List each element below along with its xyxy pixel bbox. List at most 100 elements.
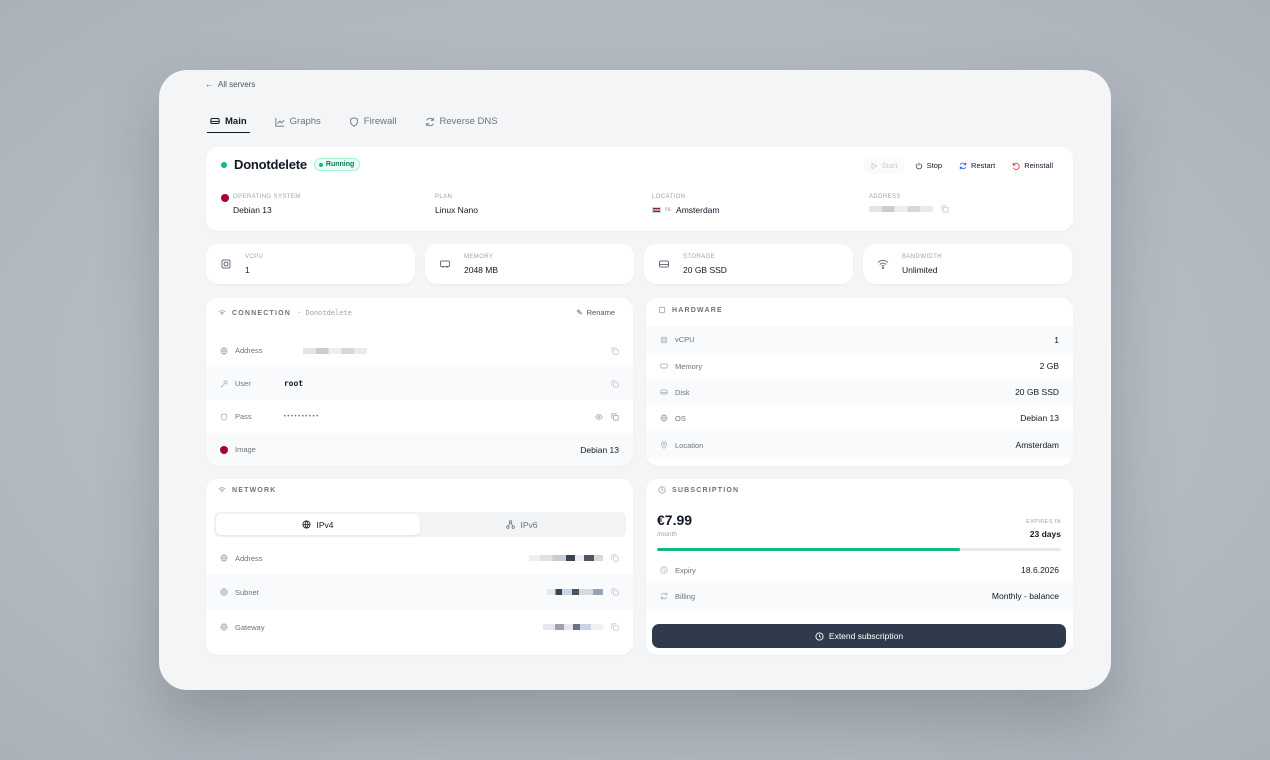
- copy-icon[interactable]: [611, 588, 619, 596]
- location-label: LOCATION: [652, 194, 686, 200]
- copy-icon[interactable]: [611, 412, 619, 421]
- row-value: 2 GB: [1039, 361, 1059, 371]
- eye-icon[interactable]: [595, 413, 603, 421]
- expires-label: EXPIRES IN: [1026, 519, 1061, 525]
- hardware-panel: HARDWARE vCPU 1 Memory 2 GB Disk 20 GB S…: [646, 298, 1073, 466]
- tab-firewall[interactable]: Firewall: [346, 110, 400, 133]
- stat-label: BANDWIDTH: [902, 254, 942, 260]
- rename-button[interactable]: ✎ Rename: [576, 308, 615, 317]
- tab-label: Graphs: [289, 116, 321, 127]
- globe-icon: [302, 520, 311, 529]
- connection-panel: CONNECTION · Donotdelete ✎ Rename Addres…: [206, 298, 633, 466]
- running-dot-icon: [318, 162, 323, 167]
- debian-icon: [220, 445, 228, 454]
- rename-label: Rename: [586, 308, 615, 317]
- row-value: Monthly - balance: [991, 591, 1059, 601]
- plan-info: PLAN Linux Nano: [435, 194, 478, 215]
- copy-icon[interactable]: [941, 205, 949, 213]
- stat-card-vcpu: VCPU 1: [206, 244, 415, 284]
- row-label: OS: [675, 413, 686, 423]
- copy-icon[interactable]: [611, 346, 619, 355]
- reinstall-icon: [1013, 162, 1020, 170]
- network-title: NETWORK: [232, 486, 277, 494]
- reinstall-label: Reinstall: [1024, 161, 1053, 170]
- row-label: Pass: [235, 412, 252, 421]
- hardware-title: HARDWARE: [672, 306, 723, 314]
- restart-icon: [959, 162, 967, 169]
- reinstall-button[interactable]: Reinstall: [1006, 157, 1059, 174]
- status-text: Running: [325, 161, 355, 168]
- row-label: Address: [235, 346, 263, 355]
- network-row-subnet: Subnet: [206, 574, 633, 610]
- server-header-card: Donotdelete Running Start Stop Restart R…: [206, 147, 1073, 231]
- subscription-panel: SUBSCRIPTION €7.99 /month EXPIRES IN 23 …: [646, 479, 1073, 655]
- cpu-icon: [660, 336, 668, 343]
- globe-icon: [220, 346, 228, 355]
- connection-row-pass: Pass ••••••••••: [206, 400, 633, 433]
- restart-button[interactable]: Restart: [953, 157, 1001, 174]
- subscription-row-expiry: Expiry 18.6.2026: [646, 557, 1073, 583]
- stat-value: Unlimited: [902, 265, 938, 275]
- globe-icon: [220, 588, 228, 596]
- row-label: Subnet: [235, 587, 259, 597]
- row-value: Debian 13: [580, 444, 619, 455]
- stat-label: VCPU: [245, 254, 264, 260]
- debian-icon: [221, 194, 229, 202]
- clock-icon: [658, 486, 666, 494]
- start-button[interactable]: Start: [863, 157, 904, 174]
- wifi-icon: [218, 310, 226, 315]
- play-icon: [871, 162, 878, 169]
- connection-row-user: User root: [206, 367, 633, 400]
- hardware-row: Disk 20 GB SSD: [646, 379, 1073, 405]
- tab-graphs[interactable]: Graphs: [272, 110, 324, 133]
- clock-icon: [660, 566, 668, 574]
- price-period: /month: [657, 531, 677, 538]
- network-panel: NETWORK IPv4 IPv6 Address Subnet Gateway: [206, 479, 633, 655]
- clock-icon: [815, 631, 824, 641]
- row-label: Disk: [675, 387, 690, 397]
- stat-card-memory: MEMORY 2048 MB: [425, 244, 634, 284]
- server-name: Donotdelete: [234, 157, 307, 172]
- ipv6-tab[interactable]: IPv6: [420, 514, 624, 535]
- connection-subtitle: · Donotdelete: [297, 309, 352, 317]
- globe-icon: [660, 414, 668, 422]
- row-label: User: [235, 379, 251, 388]
- ipv4-tab[interactable]: IPv4: [216, 514, 420, 535]
- shield-icon: [350, 116, 358, 127]
- memory-icon: [660, 363, 668, 369]
- status-dot: [221, 161, 227, 168]
- tab-main[interactable]: Main: [207, 110, 250, 133]
- chart-icon: [275, 117, 285, 127]
- extend-label: Extend subscription: [828, 631, 904, 641]
- stop-label: Stop: [926, 161, 943, 170]
- hardware-row: vCPU 1: [646, 326, 1073, 353]
- row-label: Location: [675, 440, 704, 450]
- tab-reverse-dns[interactable]: Reverse DNS: [422, 110, 501, 133]
- row-value: Debian 13: [1020, 413, 1059, 423]
- restart-label: Restart: [971, 161, 996, 170]
- ipv4-label: IPv4: [316, 519, 334, 530]
- copy-icon[interactable]: [611, 623, 619, 631]
- stat-label: STORAGE: [683, 254, 716, 260]
- row-value: 20 GB SSD: [1015, 387, 1059, 397]
- server-actions: Start Stop Restart Reinstall: [863, 157, 1059, 174]
- memory-icon: [440, 260, 450, 268]
- network-row-address: Address: [206, 542, 633, 574]
- country-code: NL: [665, 207, 673, 213]
- stat-value: 1: [245, 265, 250, 275]
- disk-icon: [660, 389, 668, 395]
- extend-subscription-button[interactable]: Extend subscription: [652, 624, 1066, 648]
- server-icon: [210, 118, 220, 124]
- copy-icon[interactable]: [611, 554, 619, 562]
- hardware-row: Location Amsterdam: [646, 431, 1073, 459]
- network-row-gateway: Gateway: [206, 610, 633, 644]
- wifi-icon: [877, 259, 889, 270]
- stop-button[interactable]: Stop: [909, 157, 948, 174]
- cpu-icon: [221, 259, 231, 269]
- copy-icon[interactable]: [611, 379, 619, 388]
- row-label: Memory: [675, 361, 703, 371]
- back-link[interactable]: ← All servers: [205, 80, 255, 89]
- tab-label: Firewall: [363, 116, 397, 127]
- os-label: OPERATING SYSTEM: [233, 194, 301, 200]
- back-label: All servers: [218, 80, 256, 89]
